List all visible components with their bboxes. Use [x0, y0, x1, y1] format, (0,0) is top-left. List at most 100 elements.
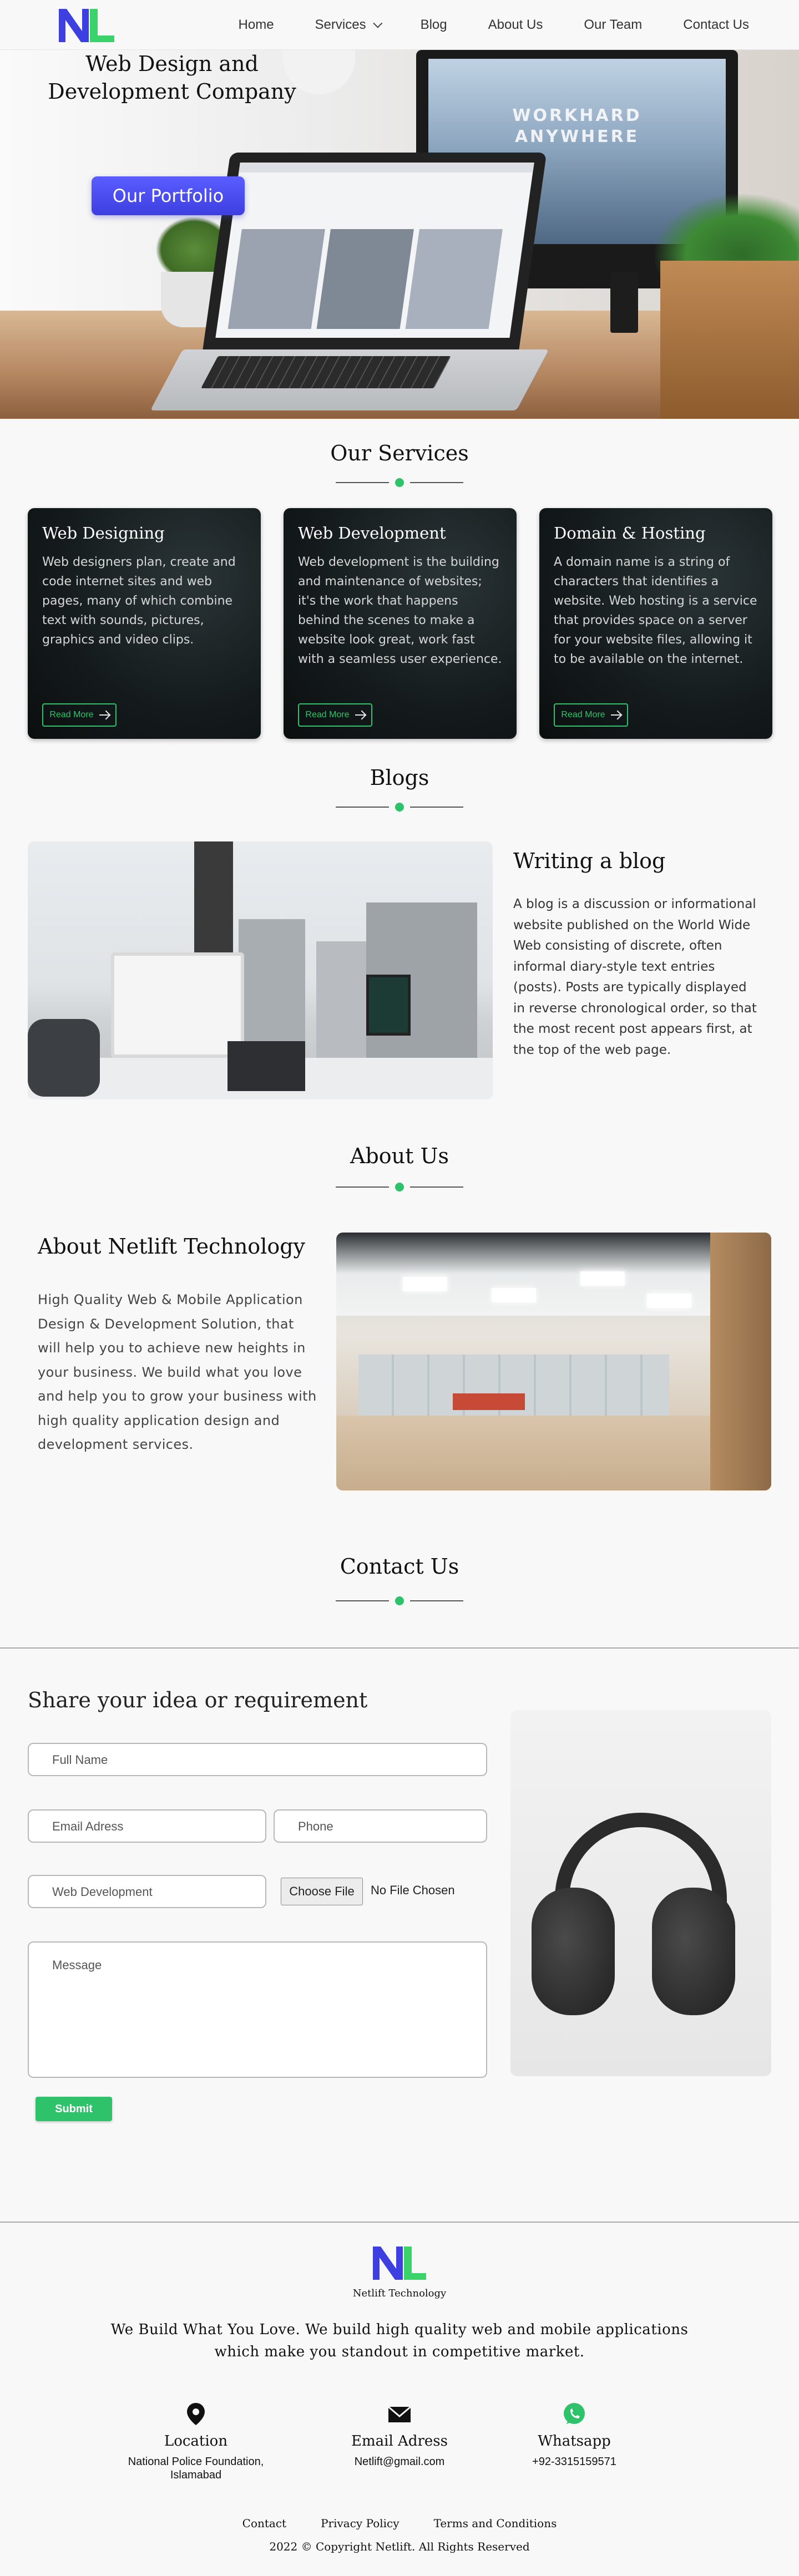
nav-contact-label: Contact Us	[683, 17, 749, 32]
about-divider	[336, 1183, 463, 1191]
read-more-label: Read More	[305, 710, 350, 719]
read-more-button[interactable]: Read More	[554, 703, 628, 727]
nav-about[interactable]: About Us	[488, 17, 543, 33]
about-heading: About Us	[350, 1144, 449, 1168]
footer-links: Contact Privacy Policy Terms and Conditi…	[0, 2517, 799, 2530]
read-more-label: Read More	[561, 710, 605, 719]
blog-text: A blog is a discussion or informational …	[513, 897, 757, 1057]
email-value[interactable]: Netlift@gmail.com	[316, 2455, 483, 2468]
divider-line	[336, 1186, 389, 1188]
footer-company-name: Netlift Technology	[352, 2288, 447, 2299]
service-card-domain-hosting: Domain & Hosting A domain name is a stri…	[539, 508, 772, 739]
nav-contact[interactable]: Contact Us	[683, 17, 749, 33]
service-card-title: Web Designing	[42, 524, 165, 542]
blogs-heading: Blogs	[370, 765, 429, 790]
laptop-tile	[405, 229, 503, 329]
file-status-label: No File Chosen	[371, 1883, 455, 1897]
about-img-light	[492, 1288, 536, 1302]
envelope-icon	[387, 2402, 412, 2426]
footer-email: Email Adress Netlift@gmail.com	[316, 2402, 483, 2468]
blog-image	[28, 841, 493, 1099]
divider-line	[336, 807, 389, 808]
divider-line	[410, 482, 463, 483]
blog-img-monitor	[111, 952, 244, 1058]
footer-link-privacy[interactable]: Privacy Policy	[321, 2517, 399, 2530]
whatsapp-icon	[562, 2402, 586, 2426]
divider-line	[336, 1600, 389, 1601]
arrow-right-icon	[355, 714, 365, 716]
headphones-cup	[652, 1888, 735, 2015]
blog-img-building	[316, 941, 366, 1058]
hero-wooden-box	[660, 261, 799, 419]
nav-team[interactable]: Our Team	[584, 17, 642, 33]
hero-keyboard	[150, 349, 549, 410]
location-value: National Police Foundation, Islamabad	[113, 2455, 279, 2482]
nav-services-label: Services	[315, 17, 366, 32]
service-card-text: A domain name is a string of characters …	[554, 555, 757, 666]
divider-line	[410, 807, 463, 808]
nav-blog[interactable]: Blog	[421, 17, 447, 33]
divider-dot	[395, 478, 404, 487]
arrow-right-icon	[610, 714, 621, 716]
divider-line	[410, 1600, 463, 1601]
location-title: Location	[164, 2433, 228, 2450]
services-divider	[336, 478, 463, 487]
nav-team-label: Our Team	[584, 17, 643, 32]
blog-img-laptop	[227, 1041, 305, 1091]
whatsapp-value[interactable]: +92-3315159571	[491, 2455, 658, 2468]
contact-heading: Contact Us	[340, 1554, 459, 1579]
laptop-tile	[227, 229, 325, 329]
portfolio-button[interactable]: Our Portfolio	[92, 176, 245, 215]
contact-separator	[0, 1647, 799, 1649]
monitor-text-line1: WORKHARD	[512, 106, 642, 125]
read-more-label: Read More	[49, 710, 94, 719]
service-card-title: Web Development	[298, 524, 446, 542]
service-select[interactable]: Web Development	[28, 1875, 266, 1908]
nav-home[interactable]: Home	[239, 17, 274, 33]
footer-logo[interactable]	[371, 2244, 428, 2281]
message-textarea[interactable]: Message	[28, 1941, 487, 2078]
blog-img-chair	[28, 1019, 100, 1097]
hero-laptop-screen	[215, 163, 534, 338]
services-heading: Our Services	[330, 441, 469, 465]
nav-blog-label: Blog	[420, 17, 447, 32]
location-pin-icon	[184, 2402, 208, 2426]
email-field[interactable]: Email Adress	[28, 1809, 266, 1843]
about-office-image	[336, 1233, 771, 1490]
divider-dot	[395, 803, 404, 812]
read-more-button[interactable]: Read More	[42, 703, 117, 727]
service-card-web-designing: Web Designing Web designers plan, create…	[28, 508, 261, 739]
headphones-image	[510, 1710, 771, 2076]
phone-field[interactable]: Phone	[274, 1809, 487, 1843]
hero-laptop	[202, 153, 547, 352]
email-title: Email Adress	[351, 2433, 448, 2450]
nav-home-label: Home	[238, 17, 274, 32]
footer-link-contact[interactable]: Contact	[242, 2517, 286, 2530]
location-line1: National Police Foundation,	[128, 2456, 264, 2468]
choose-file-button[interactable]: Choose File	[281, 1878, 363, 1905]
nav-services[interactable]: Services	[315, 17, 382, 33]
service-card-text: Web designers plan, create and code inte…	[42, 555, 236, 647]
read-more-button[interactable]: Read More	[298, 703, 372, 727]
share-idea-title: Share your idea or requirement	[28, 1688, 368, 1712]
nav-about-label: About Us	[488, 17, 543, 32]
divider-dot	[395, 1596, 404, 1605]
chevron-down-icon	[372, 18, 382, 28]
about-title: About Netlift Technology	[38, 1234, 306, 1259]
about-img-red-panel	[453, 1393, 525, 1410]
blog-title: Writing a blog	[513, 849, 666, 873]
hero-pen-holder	[610, 272, 638, 333]
laptop-screen-bar	[239, 163, 534, 173]
netlift-logo[interactable]	[55, 7, 117, 43]
submit-button[interactable]: Submit	[36, 2097, 112, 2121]
divider-line	[410, 1186, 463, 1188]
hero-title: Web Design and Development Company	[48, 52, 296, 104]
about-img-ceiling	[336, 1233, 771, 1316]
full-name-field[interactable]: Full Name	[28, 1743, 487, 1776]
keyboard-keys	[201, 356, 451, 388]
footer-link-terms[interactable]: Terms and Conditions	[434, 2517, 557, 2530]
about-img-wall	[710, 1233, 771, 1490]
divider-line	[336, 482, 389, 483]
footer-whatsapp: Whatsapp +92-3315159571	[491, 2402, 658, 2468]
nav-links: Home Services Blog About Us Our Team Con…	[239, 0, 749, 50]
